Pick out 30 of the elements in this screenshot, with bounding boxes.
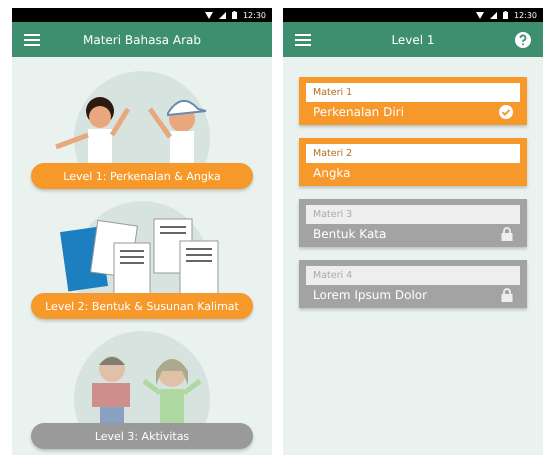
lock-icon bbox=[501, 227, 513, 241]
material-title: Lorem Ipsum Dolor bbox=[313, 288, 428, 302]
menu-icon[interactable] bbox=[295, 34, 311, 46]
material-title: Bentuk Kata bbox=[313, 227, 386, 241]
signal-icon bbox=[218, 12, 226, 18]
status-time: 12:30 bbox=[242, 10, 266, 20]
help-icon[interactable] bbox=[515, 32, 531, 48]
material-number: Materi 3 bbox=[306, 205, 520, 224]
material-title: Perkenalan Diri bbox=[313, 105, 404, 119]
lock-icon bbox=[501, 288, 513, 302]
material-number: Materi 4 bbox=[306, 266, 520, 285]
wifi-icon bbox=[204, 12, 213, 18]
level-button[interactable]: Level 3: Aktivitas bbox=[31, 423, 253, 449]
material-card[interactable]: Materi 3 Bentuk Kata bbox=[299, 199, 527, 247]
material-number: Materi 1 bbox=[306, 83, 520, 102]
app-bar-title: Level 1 bbox=[390, 32, 436, 46]
material-title: Angka bbox=[313, 166, 351, 180]
menu-icon[interactable] bbox=[24, 34, 40, 46]
wifi-icon bbox=[476, 12, 484, 18]
material-number: Materi 2 bbox=[306, 144, 520, 163]
battery-icon bbox=[232, 11, 237, 19]
level-button[interactable]: Level 1: Perkenalan & Angka bbox=[31, 163, 253, 189]
material-card[interactable]: Materi 2 Angka bbox=[299, 138, 527, 186]
material-card[interactable]: Materi 1 Perkenalan Diri bbox=[299, 77, 527, 125]
status-time: 12:30 bbox=[514, 10, 537, 20]
signal-icon bbox=[490, 12, 497, 18]
level-button[interactable]: Level 2: Bentuk & Susunan Kalimat bbox=[31, 293, 253, 319]
battery-icon bbox=[502, 11, 508, 19]
material-card[interactable]: Materi 4 Lorem Ipsum Dolor bbox=[299, 260, 527, 308]
app-bar-title: Materi Bahasa Arab bbox=[82, 32, 202, 46]
